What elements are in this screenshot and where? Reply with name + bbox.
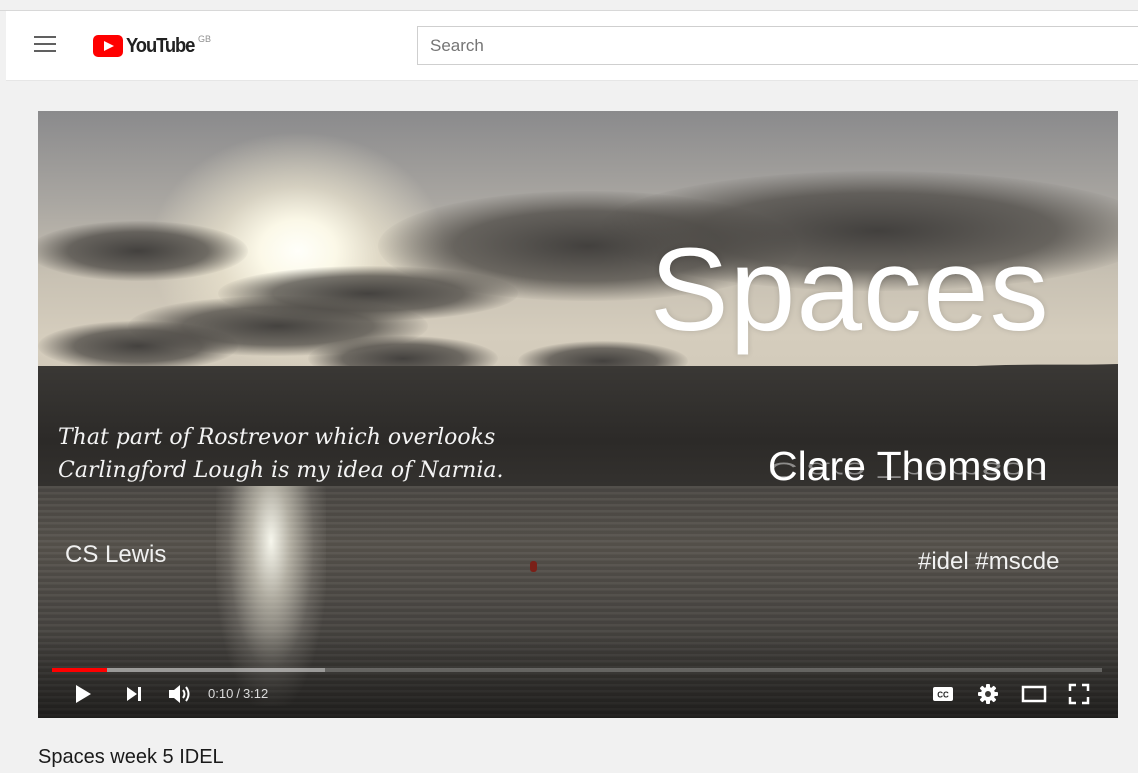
video-author-reflection: Clare Thomson [768,457,1048,483]
masthead: YouTube GB [6,11,1138,81]
video-cloud [38,221,248,281]
duration: 3:12 [242,686,269,701]
video-quote-line: Carlingford Lough is my idea of Narnia. [58,458,504,483]
volume-icon[interactable] [166,682,194,706]
current-time: 0:10 [208,686,234,701]
video-player[interactable]: Spaces That part of Rostrevor which over… [38,111,1118,718]
video-quote: That part of Rostrevor which overlooks C… [58,421,638,487]
progress-bar[interactable] [52,668,1102,672]
video-quote-author: CS Lewis [65,541,167,568]
svg-text:CC: CC [937,691,949,700]
progress-played [52,668,107,672]
play-icon[interactable] [72,682,94,706]
search-input[interactable] [417,26,1138,65]
theater-mode-icon[interactable] [1020,682,1048,706]
youtube-play-logo-icon [93,35,123,57]
logo-text: YouTube [126,34,195,57]
youtube-logo[interactable]: YouTube GB [93,31,211,61]
time-display: 0:10/3:12 [208,686,269,701]
region-label: GB [198,34,212,44]
captions-icon[interactable]: CC [931,682,955,706]
video-buoy [530,561,537,572]
video-title-overlay: Spaces [650,224,1050,356]
fullscreen-icon[interactable] [1066,682,1092,706]
hamburger-menu-icon[interactable] [34,36,58,54]
next-icon[interactable] [123,682,145,706]
settings-icon[interactable] [975,682,1001,706]
video-quote-line: That part of Rostrevor which overlooks [58,425,496,450]
video-hashtags: #idel #mscde [918,548,1060,575]
controls-gradient [38,631,1118,718]
video-title: Spaces week 5 IDEL [38,746,224,768]
